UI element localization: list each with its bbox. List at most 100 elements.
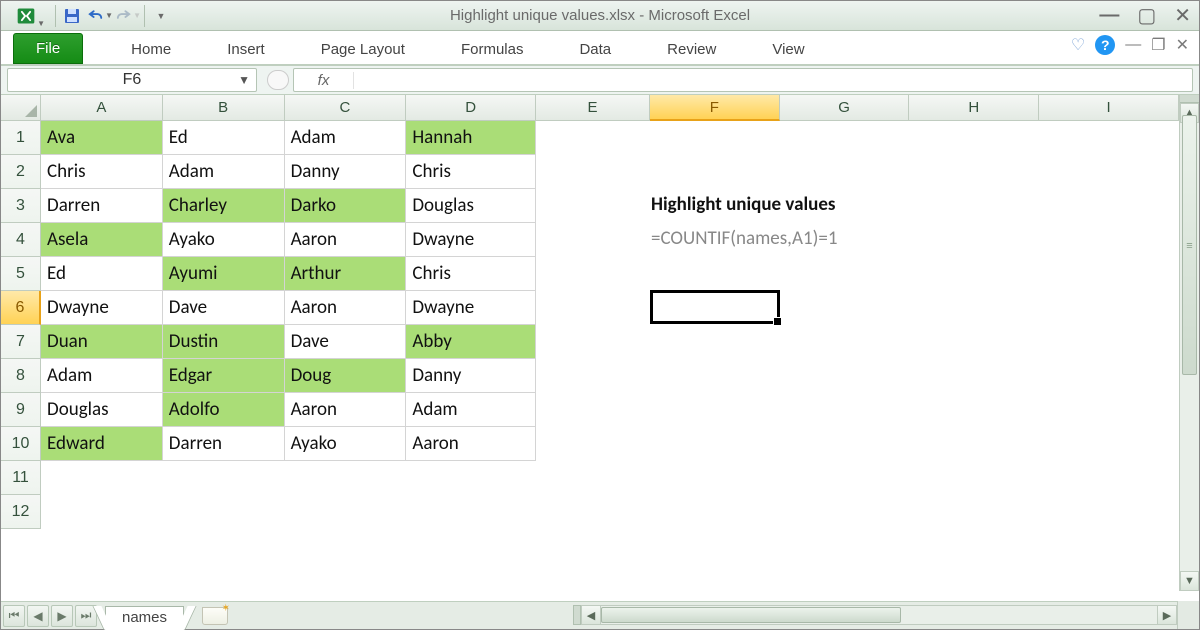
select-all-corner[interactable] [1,95,41,121]
col-header-G[interactable]: G [780,95,910,121]
cell-G7[interactable] [780,325,910,359]
scroll-right-button[interactable]: ▶ [1157,605,1177,625]
cell-C4[interactable]: Aaron [285,223,407,257]
cell-B5[interactable]: Ayumi [163,257,285,291]
ribbon-tab-insert[interactable]: Insert [213,35,279,64]
cell-B12[interactable] [163,495,285,529]
undo-button[interactable]: ▼ [86,3,114,29]
cell-I10[interactable] [1039,427,1179,461]
save-button[interactable] [58,3,86,29]
chevron-down-icon[interactable]: ▼ [238,73,250,87]
col-header-H[interactable]: H [909,95,1039,121]
cell-D7[interactable]: Abby [406,325,536,359]
cell-F5[interactable] [650,257,780,291]
cell-A11[interactable] [41,461,163,495]
cell-I11[interactable] [1039,461,1179,495]
cell-F12[interactable] [650,495,780,529]
cell-C7[interactable]: Dave [285,325,407,359]
cell-F8[interactable] [650,359,780,393]
cell-B9[interactable]: Adolfo [163,393,285,427]
minimize-icon[interactable]: ― [1099,4,1119,27]
ribbon-tab-review[interactable]: Review [653,35,730,64]
cell-I5[interactable] [1039,257,1179,291]
cell-B7[interactable]: Dustin [163,325,285,359]
cell-H1[interactable] [909,121,1039,155]
cell-B3[interactable]: Charley [163,189,285,223]
cell-A2[interactable]: Chris [41,155,163,189]
cell-E4[interactable] [536,223,650,257]
cell-I7[interactable] [1039,325,1179,359]
cell-C11[interactable] [285,461,407,495]
cell-C5[interactable]: Arthur [285,257,407,291]
cell-I4[interactable] [1039,223,1179,257]
cell-A7[interactable]: Duan [41,325,163,359]
cell-A1[interactable]: Ava [41,121,163,155]
row-header-1[interactable]: 1 [1,121,41,155]
row-header-6[interactable]: 6 [1,291,41,325]
help-icon[interactable]: ? [1095,35,1115,55]
close-icon[interactable]: ✕ [1174,3,1191,28]
cell-I9[interactable] [1039,393,1179,427]
ribbon-tab-formulas[interactable]: Formulas [447,35,538,64]
row-header-3[interactable]: 3 [1,189,41,223]
fx-icon[interactable]: fx [294,72,354,89]
file-tab[interactable]: File [13,33,83,64]
cell-E9[interactable] [536,393,650,427]
app-menu-button[interactable]: ▼ [5,3,47,29]
cell-G2[interactable] [780,155,910,189]
cell-H9[interactable] [909,393,1039,427]
cell-A10[interactable]: Edward [41,427,163,461]
cell-G9[interactable] [780,393,910,427]
cell-E12[interactable] [536,495,650,529]
row-header-9[interactable]: 9 [1,393,41,427]
cell-H5[interactable] [909,257,1039,291]
cell-E10[interactable] [536,427,650,461]
cell-E3[interactable] [536,189,650,223]
cell-C1[interactable]: Adam [285,121,407,155]
row-header-12[interactable]: 12 [1,495,41,529]
cell-A6[interactable]: Dwayne [41,291,163,325]
cell-H8[interactable] [909,359,1039,393]
cell-A5[interactable]: Ed [41,257,163,291]
cell-F1[interactable] [650,121,780,155]
cell-A4[interactable]: Asela [41,223,163,257]
cell-I3[interactable] [1039,189,1179,223]
cell-G12[interactable] [780,495,910,529]
row-header-4[interactable]: 4 [1,223,41,257]
cell-C2[interactable]: Danny [285,155,407,189]
cell-F9[interactable] [650,393,780,427]
cell-D12[interactable] [406,495,536,529]
cell-C8[interactable]: Doug [285,359,407,393]
cell-H3[interactable] [909,189,1039,223]
cell-D9[interactable]: Adam [406,393,536,427]
first-sheet-button[interactable]: ⏮ [3,605,25,627]
cell-D5[interactable]: Chris [406,257,536,291]
cell-I2[interactable] [1039,155,1179,189]
cell-C12[interactable] [285,495,407,529]
cell-I1[interactable] [1039,121,1179,155]
scroll-left-button[interactable]: ◀ [581,605,601,625]
cell-D4[interactable]: Dwayne [406,223,536,257]
cell-G10[interactable] [780,427,910,461]
mdi-close-icon[interactable]: ✕ [1176,35,1189,55]
cell-H4[interactable] [909,223,1039,257]
row-header-11[interactable]: 11 [1,461,41,495]
maximize-icon[interactable]: ▢ [1137,3,1156,28]
row-header-8[interactable]: 8 [1,359,41,393]
cell-D2[interactable]: Chris [406,155,536,189]
cell-A8[interactable]: Adam [41,359,163,393]
cell-D10[interactable]: Aaron [406,427,536,461]
cell-C10[interactable]: Ayako [285,427,407,461]
name-box[interactable]: F6 ▼ [7,68,257,92]
horizontal-scrollbar[interactable]: ◀ ▶ [581,605,1177,625]
ribbon-tab-data[interactable]: Data [565,35,625,64]
scroll-down-button[interactable]: ▼ [1180,571,1199,591]
cell-E1[interactable] [536,121,650,155]
worksheet-grid[interactable]: ABCDEFGHI 123456789101112 AvaEdAdamHanna… [1,95,1199,591]
cell-C9[interactable]: Aaron [285,393,407,427]
cell-I8[interactable] [1039,359,1179,393]
row-header-7[interactable]: 7 [1,325,41,359]
next-sheet-button[interactable]: ▶ [51,605,73,627]
tab-split-handle[interactable] [573,605,581,625]
cell-I6[interactable] [1039,291,1179,325]
